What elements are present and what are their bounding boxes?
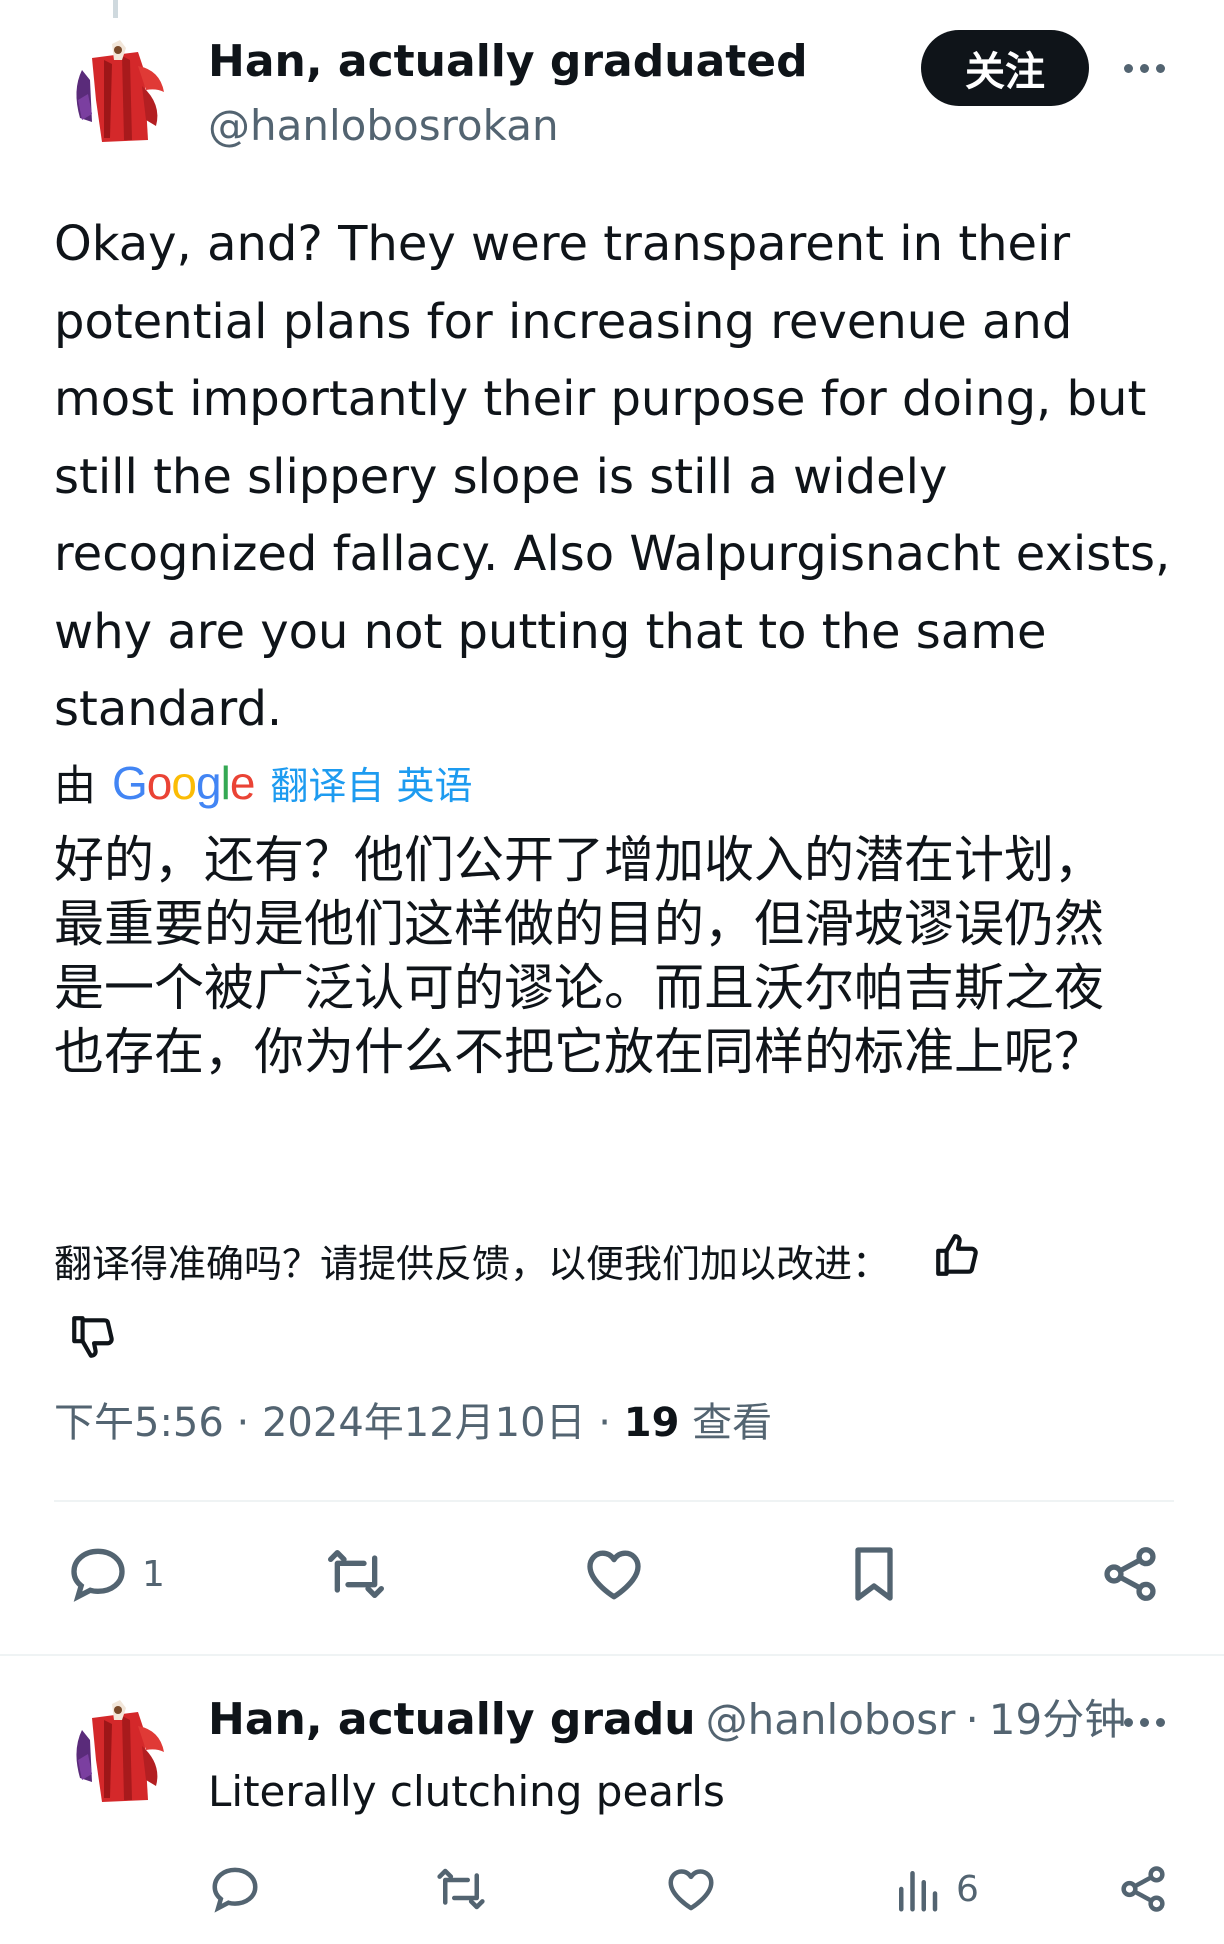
share-icon: [1104, 1547, 1156, 1601]
reply-text: Literally clutching pearls: [208, 1767, 725, 1816]
views-label: 查看: [692, 1400, 773, 1446]
reply-like-button[interactable]: [664, 1862, 718, 1916]
post-date[interactable]: 2024年12月10日: [262, 1400, 586, 1446]
reply-display-name[interactable]: Han, actually gradu: [208, 1694, 696, 1746]
retweet-button[interactable]: [322, 1542, 390, 1606]
translated-from-link[interactable]: 翻译自 英语: [270, 755, 472, 810]
google-logo: Google: [112, 756, 255, 809]
reply-more-options-icon[interactable]: [1124, 1718, 1165, 1727]
thumbs-up-icon[interactable]: [932, 1227, 982, 1307]
views-count: 19: [623, 1400, 680, 1446]
avatar-image: [52, 30, 176, 154]
post-meta: 下午5:56 · 2024年12月10日 · 19 查看: [54, 1400, 773, 1446]
feedback-prompt: 翻译得准确吗？请提供反馈，以便我们加以改进：: [54, 1242, 891, 1286]
views-icon: [899, 1871, 938, 1912]
translation-feedback: 翻译得准确吗？请提供反馈，以便我们加以改进：: [54, 1224, 1174, 1389]
reply-retweet-button[interactable]: [432, 1862, 490, 1916]
bookmark-button[interactable]: [842, 1542, 906, 1606]
reply-share-button[interactable]: [1116, 1862, 1170, 1916]
follow-button[interactable]: 关注: [921, 30, 1089, 106]
reply-views-button[interactable]: 6: [890, 1862, 979, 1916]
like-icon: [668, 1869, 714, 1911]
handle[interactable]: @hanlobosrokan: [208, 100, 559, 152]
translated-text: 好的，还有？他们公开了增加收入的潜在计划，最重要的是他们这样做的目的，但滑坡谬误…: [54, 831, 1104, 1081]
reply-count: 1: [142, 1553, 165, 1595]
post-time[interactable]: 下午5:56: [54, 1400, 224, 1446]
share-button[interactable]: [1098, 1542, 1162, 1606]
reply-views-count: 6: [956, 1868, 979, 1910]
divider: [54, 1500, 1174, 1502]
like-button[interactable]: [582, 1542, 646, 1606]
bookmark-icon: [855, 1547, 893, 1601]
translation-by-label: 由: [54, 761, 97, 810]
like-icon: [587, 1550, 641, 1600]
reply-button[interactable]: 1: [66, 1542, 165, 1606]
reply-header: Han, actually gradu @hanlobosr · 19分钟: [208, 1694, 1127, 1746]
post-text: Okay, and? They were transparent in thei…: [54, 216, 1171, 737]
reply-icon: [71, 1548, 125, 1602]
reply-avatar[interactable]: [52, 1690, 176, 1814]
avatar-image: [52, 1690, 176, 1814]
reply-time[interactable]: 19分钟: [989, 1694, 1126, 1746]
reply-handle[interactable]: @hanlobosr: [706, 1694, 956, 1746]
more-options-icon[interactable]: [1124, 64, 1165, 73]
retweet-icon: [328, 1549, 384, 1599]
reply-icon: [212, 1867, 258, 1913]
divider-full: [0, 1654, 1224, 1656]
thumbs-down-icon[interactable]: [68, 1309, 118, 1389]
thread-line: [113, 0, 118, 18]
retweet-icon: [437, 1868, 485, 1910]
share-icon: [1121, 1866, 1165, 1912]
reply-reply-button[interactable]: [208, 1862, 262, 1916]
translation-attribution: 由 Google 翻译自 英语: [54, 752, 473, 813]
avatar[interactable]: [52, 30, 176, 154]
display-name[interactable]: Han, actually graduated: [208, 36, 808, 88]
